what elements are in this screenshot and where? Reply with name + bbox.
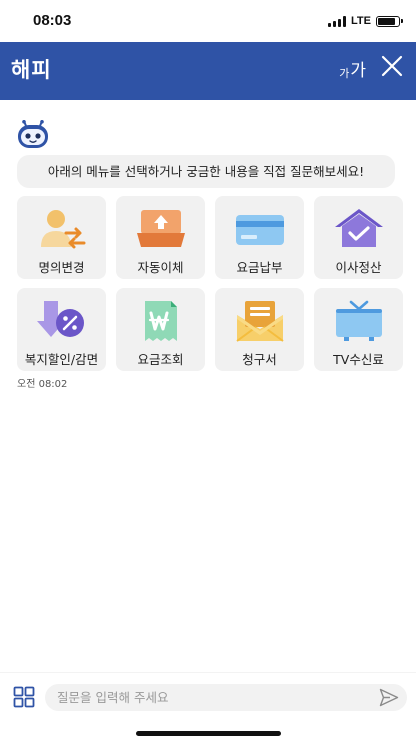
menu-item-invoice[interactable]: 청구서 (215, 288, 304, 371)
menu-label: 이사정산 (335, 260, 382, 275)
invoice-envelope-icon (235, 301, 284, 342)
menu-label: TV수신료 (333, 352, 384, 367)
menu-label: 요금조회 (137, 352, 184, 367)
menu-label: 복지할인/감면 (24, 352, 99, 367)
chat-input-bar (0, 672, 416, 720)
status-time: 08:03 (33, 12, 72, 29)
font-size-large-label: 가 (350, 61, 366, 81)
bot-message-bubble: 아래의 메뉴를 선택하거나 궁금한 내용을 직접 질문해보세요! (17, 155, 395, 188)
menu-item-name-change[interactable]: 명의변경 (17, 196, 106, 279)
font-size-button[interactable]: 가 가 (339, 56, 366, 81)
chatbot-avatar-icon (18, 120, 48, 148)
signal-icon (328, 15, 347, 27)
close-icon[interactable] (380, 54, 404, 78)
send-icon[interactable] (379, 688, 399, 707)
app-header: 해피 가 가 (0, 42, 416, 100)
moving-house-icon (334, 209, 383, 247)
menu-item-welfare-discount[interactable]: 복지할인/감면 (17, 288, 106, 371)
chat-input[interactable] (45, 684, 407, 711)
auto-transfer-icon (136, 210, 185, 247)
menu-item-payment[interactable]: 요금납부 (215, 196, 304, 279)
home-indicator[interactable] (136, 731, 281, 736)
network-label: LTE (351, 15, 371, 27)
tv-fee-icon (335, 300, 382, 341)
status-indicators: LTE (328, 13, 403, 29)
menu-item-auto-transfer[interactable]: 자동이체 (116, 196, 205, 279)
menu-item-tv-fee[interactable]: TV수신료 (314, 288, 403, 371)
status-bar: 08:03 LTE (0, 0, 416, 42)
battery-icon (376, 15, 403, 27)
message-timestamp: 오전 08:02 (17, 379, 68, 390)
menu-label: 요금납부 (236, 260, 283, 275)
menu-label: 청구서 (242, 352, 277, 367)
name-change-icon (40, 210, 85, 249)
font-size-small-label: 가 (339, 67, 350, 80)
menu-item-bill-inquiry[interactable]: 요금조회 (116, 288, 205, 371)
menu-grid: 명의변경 자동이체 요금납부 이사정산 복지할인/감면 요금조회 청구서 TV수… (17, 196, 404, 371)
menu-label: 자동이체 (137, 260, 184, 275)
app-title: 해피 (11, 58, 52, 82)
bill-inquiry-icon (144, 301, 177, 341)
menu-item-moving[interactable]: 이사정산 (314, 196, 403, 279)
welfare-discount-icon (36, 301, 84, 337)
grid-menu-icon[interactable] (13, 686, 35, 708)
payment-card-icon (235, 215, 284, 245)
menu-label: 명의변경 (38, 260, 85, 275)
